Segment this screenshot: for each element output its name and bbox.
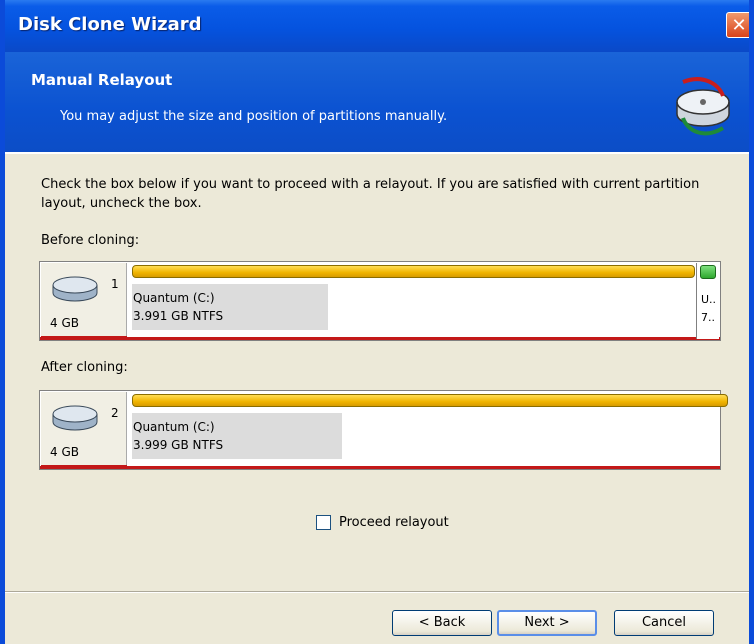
disk-outline-bottom [40,337,720,340]
window-title: Disk Clone Wizard [18,14,202,35]
disk-number: 2 [111,406,119,420]
unallocated-partition[interactable]: U.. 7.. [696,263,719,339]
partition-bar[interactable] [132,394,728,407]
hard-disk-icon [52,405,98,431]
unallocated-name: U.. [701,293,717,306]
cancel-button[interactable]: Cancel [614,610,714,636]
after-cloning-label: After cloning: [41,360,128,375]
wizard-header: Manual Relayout You may adjust the size … [5,52,749,152]
disk-outline-bottom [40,466,720,469]
next-button[interactable]: Next > [497,610,597,636]
close-button[interactable]: ✕ [726,12,749,38]
proceed-relayout-checkbox[interactable]: Proceed relayout [316,515,449,530]
unallocated-label: U.. 7.. [701,291,716,327]
disk-map-before: 1 4 GB Quantum (C:) 3.991 GB NTFS U.. 7.… [39,261,721,341]
partition-label[interactable]: Quantum (C:) 3.991 GB NTFS [133,289,223,325]
before-cloning-label: Before cloning: [41,233,140,248]
header-divider [5,152,749,154]
disk-clone-icon [676,77,730,136]
unallocated-size: 7.. [701,311,715,324]
footer-divider-highlight [5,592,749,593]
disk-cell-after[interactable]: 2 4 GB [41,392,127,468]
partition-info: 3.991 GB NTFS [133,309,224,323]
disk-size: 4 GB [50,445,79,459]
back-button[interactable]: < Back [392,610,492,636]
unallocated-bar [700,265,716,279]
partition-name: Quantum (C:) [133,420,215,434]
instructions-text: Check the box below if you want to proce… [41,177,700,211]
proceed-relayout-label[interactable]: Proceed relayout [339,515,449,530]
disk-map-after: 2 4 GB Quantum (C:) 3.999 GB NTFS [39,390,728,470]
wizard-window: Disk Clone Wizard ✕ Manual Relayout You … [0,0,754,644]
checkbox-box[interactable] [316,515,331,530]
partition-bar[interactable] [132,265,695,278]
step-subtitle: You may adjust the size and position of … [60,109,448,124]
partition-info: 3.999 GB NTFS [133,438,224,452]
step-title: Manual Relayout [31,71,173,89]
title-bar[interactable]: Disk Clone Wizard ✕ [5,0,749,52]
disk-size: 4 GB [50,316,79,330]
hard-disk-icon [52,276,98,302]
partition-name: Quantum (C:) [133,291,215,305]
disk-cell-before[interactable]: 1 4 GB [41,263,127,339]
partition-label[interactable]: Quantum (C:) 3.999 GB NTFS [133,418,223,454]
disk-number: 1 [111,277,119,291]
